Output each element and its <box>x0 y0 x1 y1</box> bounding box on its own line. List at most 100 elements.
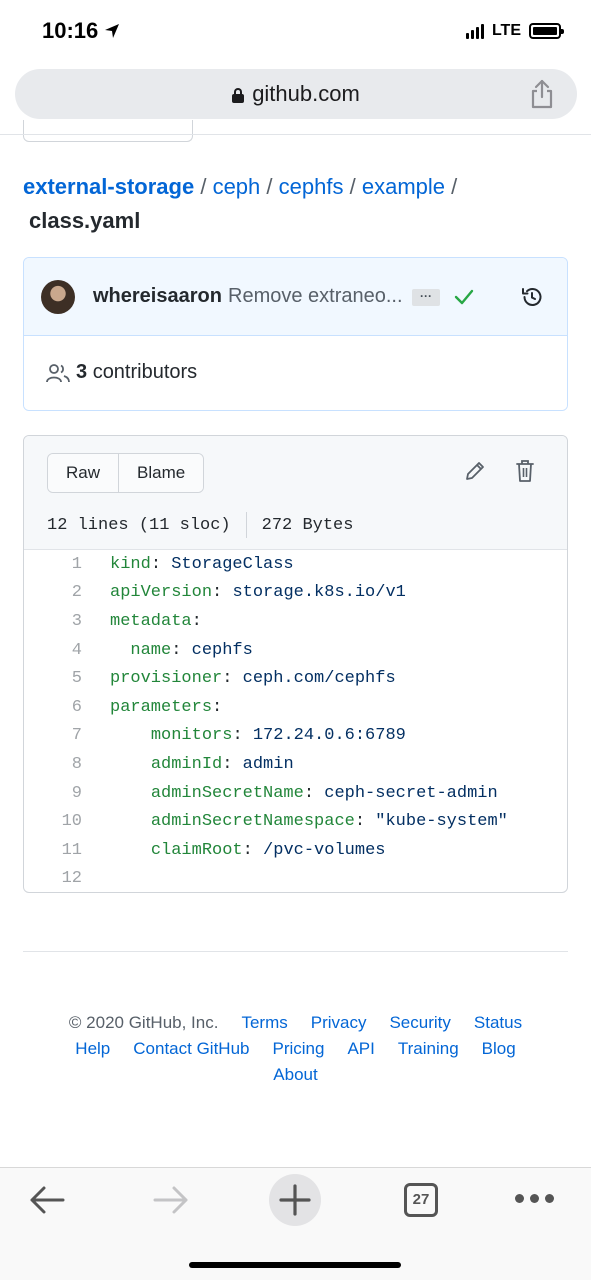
status-bar: 10:16 LTE <box>0 0 591 64</box>
yaml-key: adminSecretNamespace <box>150 812 355 832</box>
pencil-icon[interactable] <box>464 460 486 482</box>
code-line: 8 adminId: admin <box>24 750 567 779</box>
line-number[interactable]: 11 <box>24 841 82 860</box>
code-content: name: cephfs <box>130 640 253 660</box>
contributors-label: contributors <box>92 361 198 383</box>
footer-link-about[interactable]: About <box>273 1062 317 1088</box>
partial-branch-button[interactable] <box>23 120 193 142</box>
file-info: 12 lines (11 sloc) 272 Bytes <box>47 512 353 538</box>
trash-icon[interactable] <box>515 459 535 483</box>
lock-icon <box>232 87 245 103</box>
yaml-value: /pvc-volumes <box>263 840 386 860</box>
line-number[interactable]: 1 <box>24 555 82 574</box>
history-icon[interactable] <box>520 285 544 309</box>
url-text: github.com <box>252 81 360 106</box>
code-content: adminSecretNamespace: "kube-system" <box>150 812 508 832</box>
battery-icon <box>529 23 564 39</box>
location-arrow-icon <box>105 24 120 38</box>
breadcrumb: external-storage / ceph / cephfs / examp… <box>23 170 568 238</box>
yaml-value: 172.24.0.6:6789 <box>252 726 406 746</box>
blame-button[interactable]: Blame <box>118 454 204 492</box>
breadcrumb-cephfs[interactable]: cephfs <box>279 174 344 199</box>
contributors-row[interactable]: 3 contributors <box>24 336 567 410</box>
share-icon[interactable] <box>529 79 555 109</box>
footer-link-blog[interactable]: Blog <box>482 1036 516 1062</box>
footer-link-privacy[interactable]: Privacy <box>311 1010 367 1036</box>
code-line: 4 name: cephfs <box>24 636 567 665</box>
breadcrumb-ceph[interactable]: ceph <box>213 174 261 199</box>
code-line: 12 <box>24 865 567 892</box>
line-number[interactable]: 12 <box>24 869 82 888</box>
footer-link-api[interactable]: API <box>347 1036 374 1062</box>
footer: © 2020 GitHub, Inc. Terms Privacy Securi… <box>23 1010 568 1088</box>
yaml-key: claimRoot <box>150 840 243 860</box>
new-tab-button[interactable] <box>269 1174 321 1226</box>
tabs-button[interactable]: 27 <box>404 1183 438 1217</box>
code-content: monitors: 172.24.0.6:6789 <box>150 726 406 746</box>
code-line: 10 adminSecretNamespace: "kube-system" <box>24 807 567 836</box>
code-line: 6 parameters: <box>24 693 567 722</box>
yaml-key: metadata <box>110 611 192 631</box>
commit-message[interactable]: Remove extraneo... <box>228 285 403 308</box>
yaml-value: ceph.com/cephfs <box>242 669 396 689</box>
network-type: LTE <box>491 22 521 39</box>
yaml-key: apiVersion <box>110 583 213 603</box>
contributors-text[interactable]: 3 contributors <box>76 361 197 384</box>
code-line: 3 metadata: <box>24 607 567 636</box>
line-number[interactable]: 10 <box>24 812 82 831</box>
forward-arrow-icon[interactable] <box>152 1184 190 1216</box>
file-view-buttons: Raw Blame <box>47 453 205 493</box>
yaml-key: provisioner <box>110 669 223 689</box>
status-indicators: LTE <box>465 22 564 40</box>
home-indicator <box>189 1262 401 1268</box>
breadcrumb-sep: / <box>200 174 207 199</box>
footer-row-1: © 2020 GitHub, Inc. Terms Privacy Securi… <box>23 1010 568 1036</box>
yaml-key: parameters <box>110 697 213 717</box>
file-size: 272 Bytes <box>261 515 354 535</box>
time-text: 10:16 <box>42 18 99 43</box>
file-lines: 12 lines (11 sloc) <box>47 515 231 535</box>
footer-link-training[interactable]: Training <box>398 1036 459 1062</box>
line-number[interactable]: 5 <box>24 669 82 688</box>
line-number[interactable]: 4 <box>24 641 82 660</box>
footer-link-status[interactable]: Status <box>474 1010 522 1036</box>
check-icon[interactable] <box>454 288 474 306</box>
breadcrumb-sep: / <box>266 174 273 199</box>
code-line: 2 apiVersion: storage.k8s.io/v1 <box>24 579 567 608</box>
line-number[interactable]: 7 <box>24 726 82 745</box>
breadcrumb-sep: / <box>349 174 356 199</box>
footer-link-contact[interactable]: Contact GitHub <box>133 1036 249 1062</box>
url-display[interactable]: github.com <box>15 81 577 107</box>
breadcrumb-file: class.yaml <box>29 208 141 233</box>
yaml-key: adminSecretName <box>150 783 304 803</box>
url-bar[interactable]: github.com <box>15 69 577 119</box>
code-content: adminSecretName: ceph-secret-admin <box>150 783 498 803</box>
line-number[interactable]: 8 <box>24 755 82 774</box>
breadcrumb-repo[interactable]: external-storage <box>23 174 194 199</box>
footer-link-help[interactable]: Help <box>75 1036 110 1062</box>
avatar[interactable] <box>41 280 75 314</box>
signal-icon <box>465 23 484 39</box>
yaml-value: "kube-system" <box>375 812 508 832</box>
code-content: claimRoot: /pvc-volumes <box>150 840 386 860</box>
footer-row-2: Help Contact GitHub Pricing API Training… <box>23 1036 568 1062</box>
line-number[interactable]: 6 <box>24 698 82 717</box>
yaml-value: storage.k8s.io/v1 <box>232 583 406 603</box>
commit-author[interactable]: whereisaaron <box>93 285 222 308</box>
more-menu-icon[interactable] <box>515 1194 554 1203</box>
footer-link-security[interactable]: Security <box>389 1010 450 1036</box>
line-number[interactable]: 3 <box>24 612 82 631</box>
back-arrow-icon[interactable] <box>28 1184 66 1216</box>
expand-commit-button[interactable]: ··· <box>412 289 440 306</box>
yaml-key: name <box>130 640 172 660</box>
breadcrumb-example[interactable]: example <box>362 174 445 199</box>
file-info-divider <box>245 512 247 538</box>
line-number[interactable]: 2 <box>24 583 82 602</box>
footer-copyright: © 2020 GitHub, Inc. <box>68 1013 219 1032</box>
footer-link-terms[interactable]: Terms <box>241 1010 287 1036</box>
raw-button[interactable]: Raw <box>48 454 119 492</box>
footer-divider <box>23 951 568 952</box>
file-viewer: Raw Blame 12 lines (11 sloc) 272 Bytes 1… <box>23 435 568 893</box>
footer-link-pricing[interactable]: Pricing <box>273 1036 325 1062</box>
line-number[interactable]: 9 <box>24 784 82 803</box>
